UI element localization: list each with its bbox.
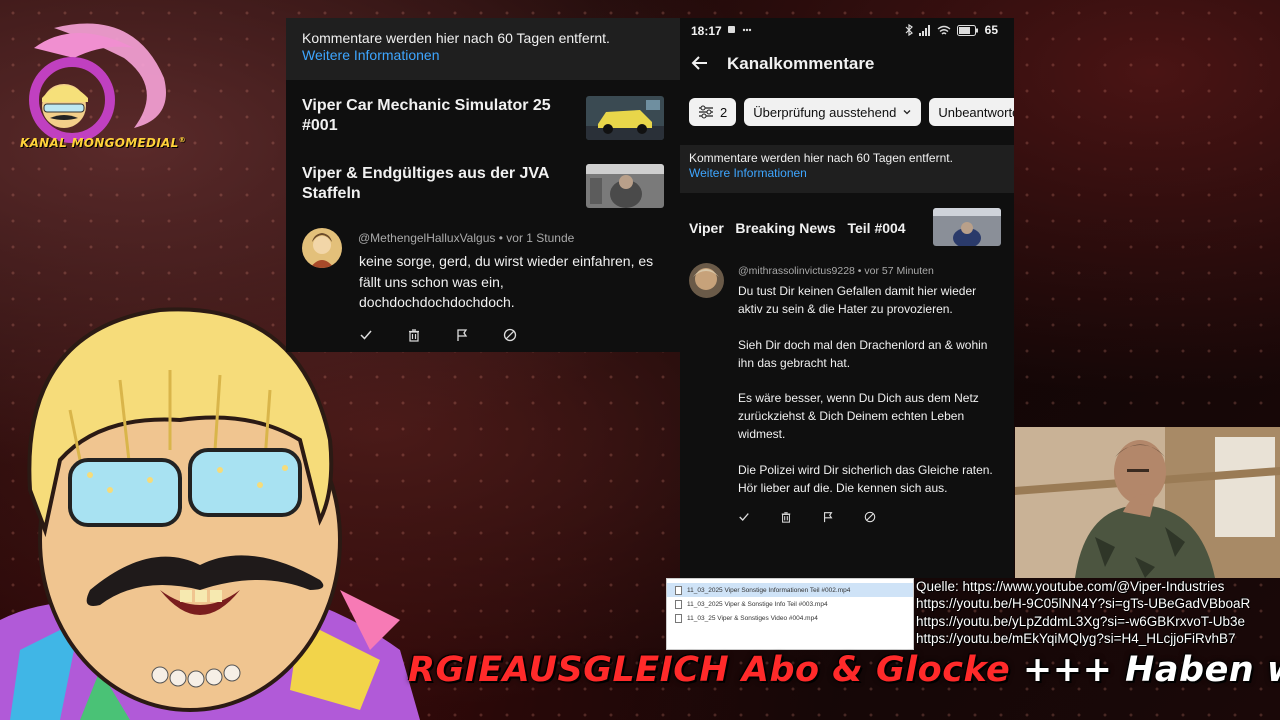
commenter-avatar[interactable]	[302, 228, 342, 268]
retention-notice-text: Kommentare werden hier nach 60 Tagen ent…	[302, 30, 610, 46]
filter-settings-button[interactable]: 2	[689, 98, 737, 126]
approve-icon[interactable]	[734, 507, 754, 527]
streamer-webcam	[1015, 427, 1280, 578]
status-bar: 18:17 65	[680, 18, 1014, 44]
comment-line: Es wäre besser, wenn Du Dich aus dem Net…	[738, 391, 979, 406]
comment-text: Du tust Dir keinen Gefallen damit hier w…	[738, 283, 1008, 498]
file-name: 11_03_2025 Viper Sonstige Informationen …	[687, 586, 851, 594]
source-line: Quelle: https://www.youtube.com/@Viper-I…	[916, 579, 1225, 594]
source-line: https://youtu.be/mEkYqiMQlyg?si=H4_HLcjj…	[916, 630, 1236, 646]
more-info-link[interactable]: Weitere Informationen	[689, 166, 1014, 181]
comment-meta: @MethengelHalluxValgus • vor 1 Stunde	[358, 231, 574, 245]
source-line: https://youtu.be/yLpZddmL3Xg?si=-w6GBKrx…	[916, 613, 1246, 629]
wifi-icon	[937, 25, 951, 35]
battery-percent: 65	[984, 23, 998, 37]
comment-line: Sieh Dir doch mal den Drachenlord an & w…	[738, 337, 988, 352]
comment-line: widmest.	[738, 427, 786, 442]
comment-line: zurückziehst & Dich Deinem echten Leben	[738, 409, 965, 424]
signal-icon	[918, 24, 930, 36]
file-item[interactable]: 11_03_25 Viper & Sonstiges Video #004.mp…	[667, 611, 913, 625]
filter-sliders-icon	[699, 105, 713, 119]
report-flag-icon[interactable]	[818, 507, 838, 527]
approve-icon[interactable]	[356, 325, 376, 345]
file-list: 11_03_2025 Viper Sonstige Informationen …	[666, 578, 914, 650]
source-line: https://youtu.be/H-9C05lNN4Y?si=gTs-UBeG…	[916, 596, 1251, 612]
filter-count: 2	[720, 104, 728, 120]
commenter-avatar[interactable]	[689, 263, 724, 298]
comment-line	[738, 373, 1008, 391]
video-title[interactable]: Viper Car Mechanic Simulator 25 #001	[302, 96, 562, 136]
status-filter-label: Überprüfung ausstehend	[753, 104, 897, 120]
channel-comments-screen: 18:17 65 Kanalkommentare 2 Überprüfung a…	[680, 18, 1014, 578]
back-arrow-icon[interactable]	[688, 50, 714, 76]
video-title[interactable]: Viper Breaking News Teil #004	[689, 220, 906, 236]
comment-line: aktiv zu sein & die Hater zu provozieren…	[738, 301, 953, 316]
video-file-icon	[675, 599, 682, 609]
comment-actions	[356, 325, 520, 345]
comment-line: Du tust Dir keinen Gefallen damit hier w…	[738, 284, 977, 298]
comment-author[interactable]: @MethengelHalluxValgus	[358, 231, 495, 245]
report-flag-icon[interactable]	[452, 325, 472, 345]
retention-notice: Kommentare werden hier nach 60 Tagen ent…	[680, 145, 1014, 193]
comment-line	[738, 319, 1008, 337]
status-time: 18:17	[691, 24, 722, 38]
unanswered-filter-label: Unbeantwortete	[938, 104, 1014, 120]
channel-logo-text: KANAL MONGOMEDIAL®	[20, 136, 186, 150]
video-row[interactable]: Viper Car Mechanic Simulator 25 #001	[302, 96, 664, 142]
delete-icon[interactable]	[404, 325, 424, 345]
ticker-text-white: +++ Haben wi	[1022, 650, 1280, 690]
retention-notice-text: Kommentare werden hier nach 60 Tagen ent…	[689, 151, 953, 165]
video-thumbnail[interactable]	[933, 208, 1001, 246]
video-thumbnail[interactable]	[586, 96, 664, 140]
comment-line	[738, 444, 1008, 462]
retention-notice: Kommentare werden hier nach 60 Tagen ent…	[286, 18, 680, 80]
comment-line: keine sorge, gerd, du wirst wieder einfa…	[359, 253, 654, 269]
scrolling-ticker: RGIEAUSGLEICH Abo & Glocke +++ Haben wi	[0, 646, 1280, 696]
more-notifications-icon	[742, 24, 752, 38]
unanswered-filter-chip[interactable]: Unbeantwortete	[929, 98, 1014, 126]
comment-meta: @mithrassolinvictus9228 • vor 57 Minuten	[738, 265, 934, 277]
video-row[interactable]: Viper & Endgültiges aus der JVA Staffeln	[302, 164, 664, 210]
video-thumbnail[interactable]	[586, 164, 664, 208]
status-icons: 65	[905, 23, 998, 37]
ticker-text: RGIEAUSGLEICH Abo & Glocke +++ Haben wi	[408, 646, 1280, 694]
notification-icon	[727, 24, 737, 38]
video-file-icon	[675, 613, 682, 623]
comment-actions	[734, 507, 880, 527]
video-title[interactable]: Viper & Endgültiges aus der JVA Staffeln	[302, 164, 562, 204]
app-bar: Kanalkommentare	[680, 46, 1014, 82]
comment-time: vor 1 Stunde	[506, 231, 575, 245]
comment-line: dochdochdochdochdoch.	[359, 294, 515, 310]
file-name: 11_03_25 Viper & Sonstiges Video #004.mp…	[687, 614, 818, 622]
comment-author[interactable]: @mithrassolinvictus9228	[738, 265, 855, 277]
chevron-down-icon	[903, 110, 911, 115]
bluetooth-icon	[905, 24, 913, 36]
filter-chips: 2 Überprüfung ausstehend Unbeantwortete	[689, 98, 1014, 126]
block-user-icon[interactable]	[500, 325, 520, 345]
video-row[interactable]: Viper Breaking News Teil #004	[689, 208, 1009, 248]
comment-line: Hör lieber auf die. Die kennen sich aus.	[738, 480, 948, 495]
video-file-icon	[675, 585, 682, 595]
ticker-text-red: RGIEAUSGLEICH Abo & Glocke	[408, 650, 1011, 690]
comment-line: Die Polizei wird Dir sicherlich das Glei…	[738, 463, 993, 478]
comment-line: ihn das gebracht hat.	[738, 355, 851, 370]
file-name: 11_03_2025 Viper & Sonstige Info Teil #0…	[687, 600, 828, 608]
left-comments-panel: Kommentare werden hier nach 60 Tagen ent…	[286, 18, 680, 352]
battery-icon	[956, 24, 978, 36]
page-title: Kanalkommentare	[727, 54, 875, 73]
file-item[interactable]: 11_03_2025 Viper & Sonstige Info Teil #0…	[667, 597, 913, 611]
block-user-icon[interactable]	[860, 507, 880, 527]
comment-line: fällt uns schon was ein,	[359, 273, 504, 290]
delete-icon[interactable]	[776, 507, 796, 527]
comment-text: keine sorge, gerd, du wirst wieder einfa…	[359, 251, 669, 313]
file-item[interactable]: 11_03_2025 Viper Sonstige Informationen …	[667, 583, 913, 597]
more-info-link[interactable]: Weitere Informationen	[302, 47, 680, 64]
source-links: Quelle: https://www.youtube.com/@Viper-I…	[916, 578, 1280, 650]
status-filter-dropdown[interactable]: Überprüfung ausstehend	[744, 98, 922, 126]
comment-time: vor 57 Minuten	[864, 265, 934, 277]
